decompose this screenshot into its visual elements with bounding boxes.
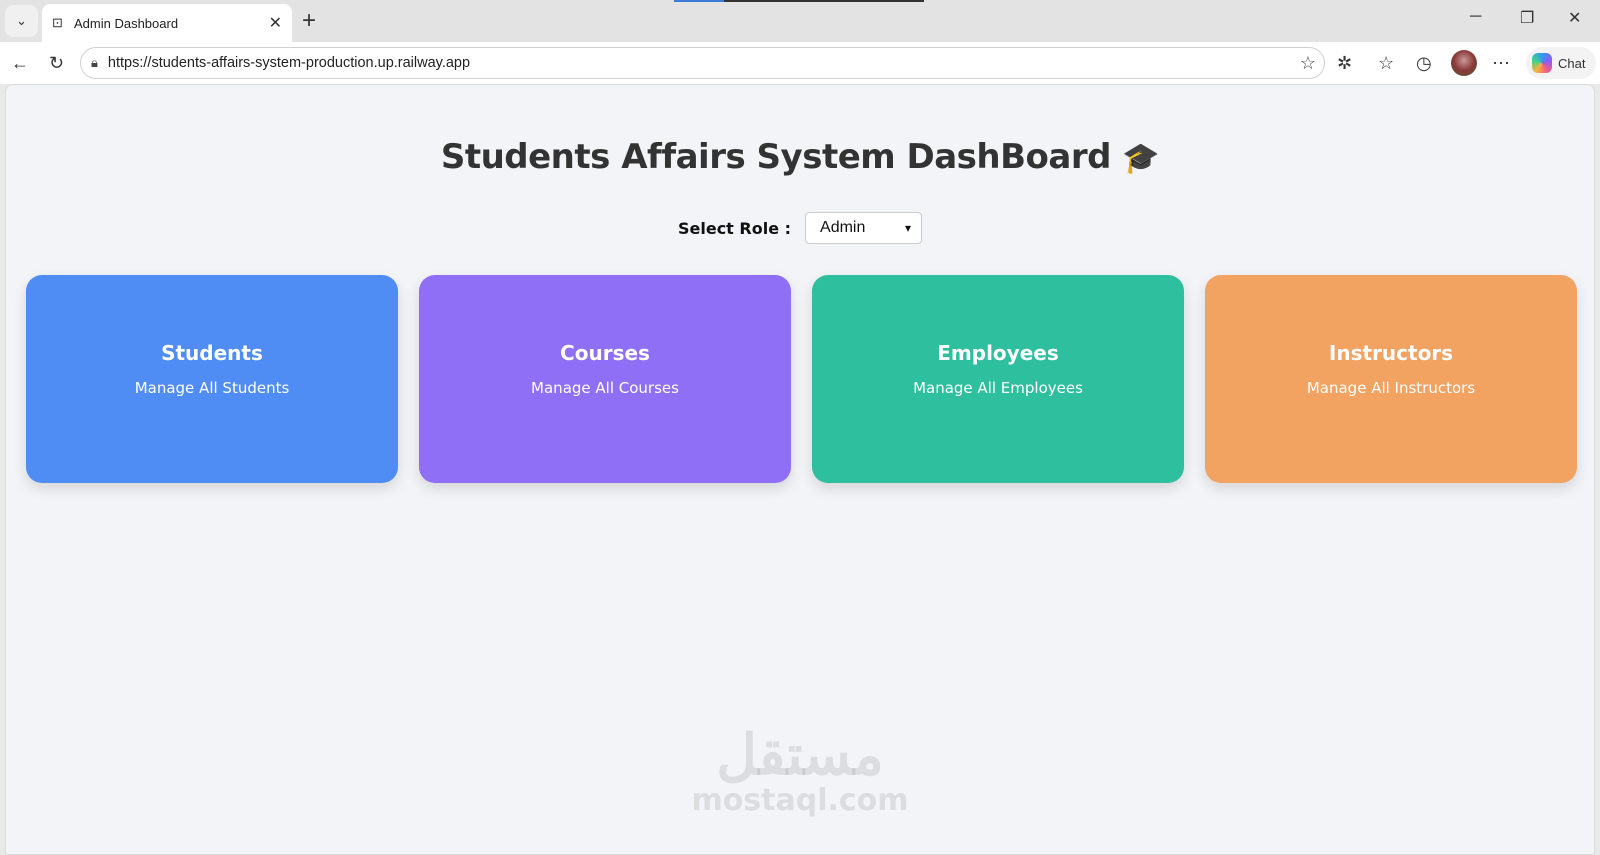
page-icon: ⊡	[52, 15, 63, 30]
card-courses[interactable]: Courses Manage All Courses	[419, 275, 791, 483]
chevron-down-icon: ▾	[904, 221, 912, 235]
graduation-cap-icon: 🎓	[1122, 141, 1160, 176]
card-subtitle: Manage All Students	[134, 379, 290, 397]
page-title: Students Affairs System DashBoard 🎓	[440, 137, 1160, 177]
loading-indicator	[674, 0, 924, 2]
browser-toolbar: ← ↻ 🔒︎ https://students-affairs-system-p…	[0, 42, 1600, 84]
role-label: Select Role :	[677, 218, 792, 238]
card-employees[interactable]: Employees Manage All Employees	[812, 275, 1184, 483]
copilot-chat-button[interactable]: Chat	[1526, 47, 1596, 79]
reload-button[interactable]: ↻	[49, 52, 64, 74]
address-bar[interactable]: 🔒︎ https://students-affairs-system-produ…	[80, 47, 1325, 79]
profile-avatar[interactable]	[1451, 50, 1477, 76]
chat-label: Chat	[1558, 55, 1586, 71]
card-title: Instructors	[1328, 341, 1454, 365]
more-menu-icon[interactable]: ⋯	[1492, 52, 1510, 74]
minimize-button[interactable]: ─	[1470, 8, 1481, 26]
favorites-icon[interactable]: ☆	[1378, 52, 1394, 74]
favorite-star-icon[interactable]: ☆	[1300, 53, 1316, 74]
tab-list-button[interactable]: ⌄	[5, 5, 38, 37]
new-tab-button[interactable]: +	[302, 7, 316, 35]
card-subtitle: Manage All Courses	[531, 379, 679, 397]
watermark-arabic: مستقل	[716, 723, 884, 786]
copilot-icon	[1532, 53, 1552, 73]
card-students[interactable]: Students Manage All Students	[26, 275, 398, 483]
role-select-value: Admin	[820, 219, 866, 236]
tab-title: Admin Dashboard	[74, 15, 179, 31]
watermark: مستقل mostaql.com	[6, 725, 1594, 817]
tab-admin-dashboard[interactable]: ⊡ Admin Dashboard ✕	[42, 4, 292, 42]
chevron-down-icon: ⌄	[16, 13, 27, 28]
card-title: Students	[161, 341, 263, 365]
card-instructors[interactable]: Instructors Manage All Instructors	[1205, 275, 1577, 483]
lock-icon: 🔒︎	[91, 55, 98, 70]
role-selector-row: Select Role : Admin ▾	[6, 212, 1594, 244]
page-content: Students Affairs System DashBoard 🎓 Sele…	[5, 84, 1595, 855]
watermark-latin: mostaql.com	[691, 783, 909, 818]
close-window-button[interactable]: ✕	[1568, 8, 1581, 28]
card-title: Employees	[937, 341, 1059, 365]
close-tab-icon[interactable]: ✕	[269, 13, 282, 33]
extensions-icon[interactable]: ✲	[1337, 52, 1352, 74]
dashboard-cards: Students Manage All Students Courses Man…	[26, 275, 1577, 483]
maximize-button[interactable]: ❐	[1520, 8, 1534, 28]
card-subtitle: Manage All Employees	[913, 379, 1083, 397]
url-text: https://students-affairs-system-producti…	[107, 55, 471, 71]
role-select[interactable]: Admin ▾	[805, 212, 923, 244]
history-icon[interactable]: ◷	[1416, 52, 1432, 74]
card-subtitle: Manage All Instructors	[1306, 379, 1476, 397]
back-button[interactable]: ←	[11, 52, 29, 74]
tab-bar: ⌄ ⊡ Admin Dashboard ✕ + ─ ❐ ✕	[0, 0, 1600, 42]
card-title: Courses	[560, 341, 650, 365]
